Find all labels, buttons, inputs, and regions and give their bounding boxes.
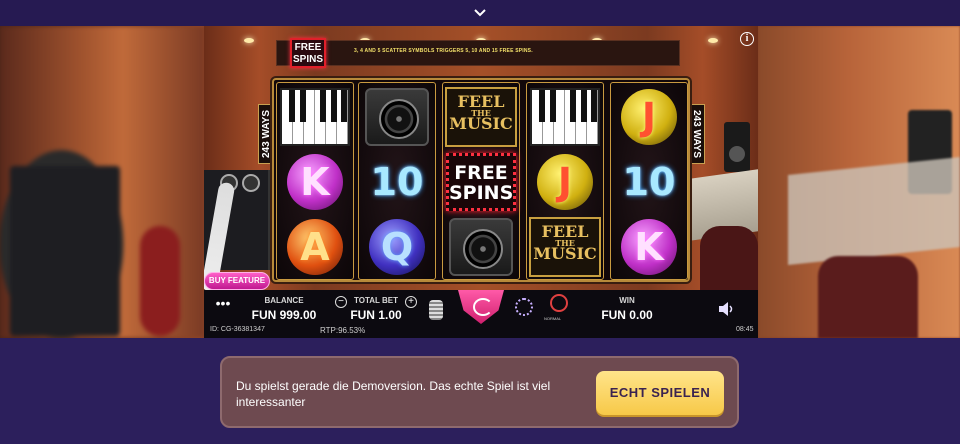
reel-4: J FEEL THE MUSIC (526, 82, 604, 280)
studio-chair-image (700, 226, 758, 296)
symbol-piano (529, 85, 601, 149)
balance-value: FUN 999.00 (251, 308, 317, 322)
symbol-feel-the-music: FEEL THE MUSIC (529, 215, 601, 279)
clock-text: 08:45 (736, 326, 754, 333)
symbol-free-spins: FREE SPINS (445, 150, 517, 214)
top-bar (0, 0, 960, 26)
game-hud: ••• BALANCE FUN 999.00 − TOTAL BET FUN 1… (204, 290, 758, 338)
info-icon[interactable]: i (740, 32, 754, 46)
free-spins-badge: FREE SPINS (290, 38, 326, 68)
guitar-image (140, 226, 180, 336)
piano-icon (530, 88, 600, 146)
amplifier-image (10, 166, 120, 336)
total-bet-label: TOTAL BET (354, 296, 398, 305)
symbol-q: Q (361, 215, 433, 279)
piano-icon (280, 88, 350, 146)
symbol-piano (279, 85, 351, 149)
speaker-volume-icon[interactable] (718, 302, 734, 316)
symbol-ten: 10 (370, 160, 424, 204)
win-value: FUN 0.00 (601, 308, 653, 322)
speed-label: NORMAL (544, 316, 562, 321)
symbol-k: K (613, 215, 685, 279)
menu-button[interactable]: ••• (214, 296, 232, 310)
reel-2: 10 Q (358, 82, 436, 280)
speaker-icon (365, 88, 429, 146)
total-bet-value: FUN 1.00 (350, 308, 402, 322)
demo-banner: Du spielst gerade die Demoversion. Das e… (220, 356, 739, 428)
autoplay-icon[interactable] (515, 298, 533, 316)
symbol-j: J (613, 85, 685, 149)
reel-3: FEEL THE MUSIC FREE SPINS (442, 82, 520, 280)
win-label: WIN (619, 296, 635, 305)
studio-speaker-image (724, 122, 750, 172)
slot-game: FREE SPINS 3, 4 AND 5 SCATTER SYMBOLS TR… (204, 26, 758, 338)
symbol-j: J (529, 150, 601, 214)
demo-message: Du spielst gerade die Demoversion. Das e… (236, 379, 551, 409)
symbol-speaker (445, 215, 517, 279)
speaker-icon (449, 218, 513, 276)
bet-increase-button[interactable]: + (405, 296, 417, 308)
chair-image (818, 256, 918, 338)
symbol-speaker (361, 85, 433, 149)
bet-decrease-button[interactable]: − (335, 296, 347, 308)
reel-5: J 10 K (610, 82, 688, 280)
play-real-button[interactable]: ECHT SPIELEN (596, 371, 724, 415)
balance-label: BALANCE (264, 296, 304, 305)
symbol-ten: 10 (622, 160, 676, 204)
rtp-text: RTP:96.53% (320, 326, 366, 335)
reel-1: K A (276, 82, 354, 280)
symbol-k: K (279, 150, 351, 214)
game-id-text: ID: CG-36381347 (210, 326, 265, 333)
coins-icon[interactable] (429, 300, 443, 320)
chevron-down-icon[interactable] (472, 7, 488, 19)
message-text: 3, 4 AND 5 SCATTER SYMBOLS TRIGGERS 5, 1… (354, 48, 533, 54)
reel-grid: K A 10 Q FEEL THE MUSIC FREE SPINS J FEE… (272, 78, 690, 282)
symbol-a: A (279, 215, 351, 279)
game-stage: FREE SPINS 3, 4 AND 5 SCATTER SYMBOLS TR… (0, 26, 960, 338)
background-studio-right (758, 26, 960, 338)
speed-gauge-icon[interactable] (550, 294, 568, 312)
symbol-feel-the-music: FEEL THE MUSIC (445, 85, 517, 149)
mixing-console-image (788, 156, 960, 266)
buy-feature-button[interactable]: BUY FEATURE (204, 272, 270, 290)
spin-button[interactable] (458, 290, 504, 324)
background-studio-left (0, 26, 205, 338)
